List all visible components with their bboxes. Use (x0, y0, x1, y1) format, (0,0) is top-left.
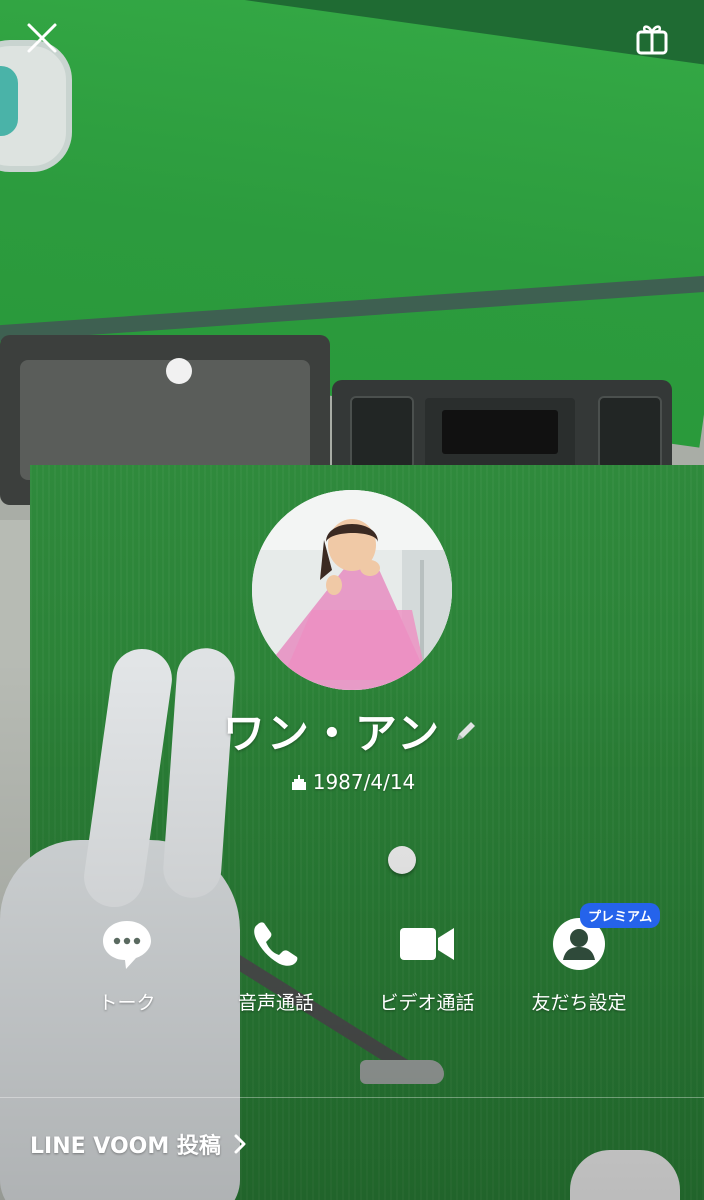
chevron-right-icon (233, 1133, 249, 1155)
video-call-button[interactable]: ビデオ通話 (352, 912, 502, 1015)
avatar[interactable] (252, 490, 452, 690)
cake-icon (291, 775, 306, 790)
video-call-icon-wrap (395, 912, 459, 976)
voice-call-button[interactable]: 音声通話 (201, 912, 351, 1015)
line-voom-post-label: LINE VOOM 投稿 (30, 1134, 221, 1159)
birthday-row: 1987/4/14 (0, 770, 704, 794)
video-camera-icon (400, 928, 454, 960)
avatar-photo (252, 490, 452, 690)
line-voom-post-link[interactable]: LINE VOOM 投稿 (30, 1128, 249, 1160)
chat-bubble-icon (103, 921, 151, 969)
name-row: ワン・アン (0, 700, 704, 761)
talk-icon-wrap (95, 912, 159, 976)
video-call-label: ビデオ通話 (379, 992, 475, 1014)
premium-badge: プレミアム (580, 903, 661, 928)
close-button[interactable] (16, 12, 68, 64)
voice-call-label: 音声通話 (237, 992, 314, 1014)
friend-settings-label: 友だち設定 (531, 992, 627, 1014)
voice-call-icon-wrap (244, 912, 308, 976)
profile-name: ワン・アン (222, 709, 442, 758)
talk-label: トーク (98, 992, 156, 1014)
close-icon (27, 23, 57, 53)
gift-icon (636, 25, 668, 55)
birthday-text: 1987/4/14 (312, 770, 416, 794)
pencil-icon (457, 721, 476, 740)
talk-button[interactable]: トーク (52, 912, 202, 1015)
action-bar: トーク 音声通話 ビデオ通話 友だち設定 (0, 912, 704, 1022)
profile-screen: ワン・アン 1987/4/14 トーク 音声通話 ビデオ通話 友だち設定 プレミ… (0, 0, 704, 1200)
phone-icon (254, 922, 298, 966)
divider (0, 1097, 704, 1098)
edit-name-button[interactable] (451, 716, 481, 746)
gift-button[interactable] (626, 12, 678, 64)
